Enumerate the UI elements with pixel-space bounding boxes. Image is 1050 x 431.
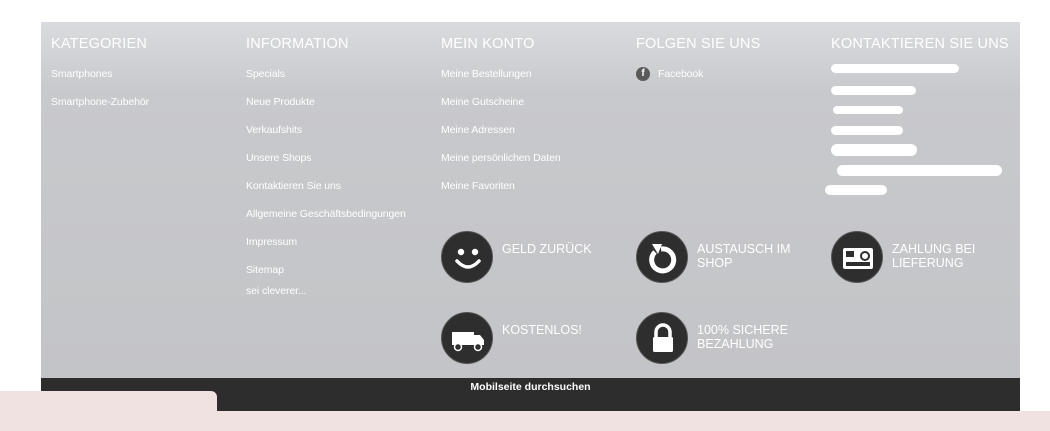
column-title-kontakt: KONTAKTIEREN SIE UNS [831,36,1009,52]
link-adressen[interactable]: Meine Adressen [441,124,515,136]
link-gutscheine[interactable]: Meine Gutscheine [441,96,524,108]
link-smartphone-zubehoer[interactable]: Smartphone-Zubehör [51,96,149,108]
column-title-folgen: FOLGEN SIE UNS [636,36,761,52]
link-verkaufshits[interactable]: Verkaufshits [246,124,302,136]
feature-label-geld: GELD ZURÜCK [502,242,592,256]
link-kontakt[interactable]: Kontaktieren Sie uns [246,180,341,192]
column-title-information: INFORMATION [246,36,349,52]
link-sitemap[interactable]: Sitemap [246,264,284,276]
lock-icon [636,312,688,364]
link-facebook[interactable]: Facebook [658,68,703,80]
site-footer: KATEGORIEN Smartphones Smartphone-Zubehö… [41,22,1020,378]
feature-label-kostenlos: KOSTENLOS! [502,323,582,337]
link-impressum[interactable]: Impressum [246,236,297,248]
card-terminal-icon [831,231,883,283]
bottom-strip [0,411,1050,431]
facebook-icon[interactable]: f [636,67,650,81]
link-sei-cleverer[interactable]: sei cleverer... [246,285,306,297]
link-unsere-shops[interactable]: Unsere Shops [246,152,311,164]
feature-label-austausch: AUSTAUSCH IM SHOP [697,242,791,270]
link-bestellungen[interactable]: Meine Bestellungen [441,68,532,80]
feature-label-zahlung: ZAHLUNG BEI LIEFERUNG [892,242,976,270]
link-favoriten[interactable]: Meine Favoriten [441,180,515,192]
link-neue-produkte[interactable]: Neue Produkte [246,96,315,108]
link-persoenliche-daten[interactable]: Meine persönlichen Daten [441,152,561,164]
column-title-kategorien: KATEGORIEN [51,36,147,52]
feature-label-sicher: 100% SICHERE BEZAHLUNG [697,323,789,351]
link-specials[interactable]: Specials [246,68,285,80]
refresh-icon [636,231,688,283]
truck-icon [441,312,493,364]
bottom-tab [0,391,217,411]
smiley-icon [441,231,493,283]
link-agb[interactable]: Allgemeine Geschäftsbedingungen [246,208,406,220]
link-smartphones[interactable]: Smartphones [51,68,112,80]
column-title-konto: MEIN KONTO [441,36,535,52]
